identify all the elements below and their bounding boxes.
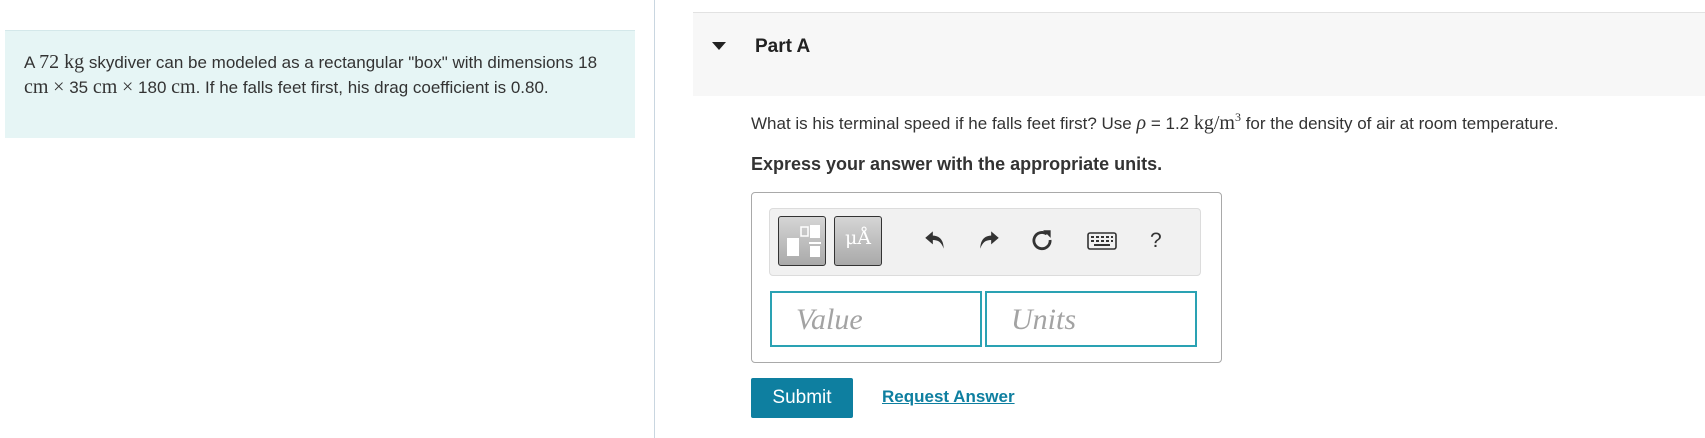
part-header[interactable]: Part A (693, 12, 1705, 96)
help-icon[interactable]: ? (1150, 229, 1162, 253)
answer-instruction: Express your answer with the appropriate… (751, 154, 1163, 174)
units-placeholder: Units (1011, 303, 1077, 336)
units-input[interactable]: Units (985, 291, 1197, 347)
problem-statement-panel: A 72 kg skydiver can be modeled as a rec… (5, 30, 635, 138)
question-text: What is his terminal speed if he falls f… (751, 110, 1559, 134)
request-answer-link[interactable]: Request Answer (882, 387, 1015, 407)
panel-divider (654, 0, 655, 438)
math-toolbar: μÅ ? (769, 208, 1201, 276)
units-button[interactable]: μÅ (834, 216, 882, 266)
part-title: Part A (755, 36, 811, 57)
redo-icon[interactable] (976, 227, 1002, 258)
undo-icon[interactable] (922, 227, 948, 258)
value-placeholder: Value (796, 303, 863, 336)
submit-button[interactable]: Submit (751, 378, 853, 418)
value-input[interactable]: Value (770, 291, 982, 347)
keyboard-icon[interactable] (1087, 231, 1117, 256)
units-icon: μÅ (844, 227, 872, 249)
reset-icon[interactable] (1029, 227, 1055, 258)
templates-icon (787, 225, 821, 257)
answer-box: μÅ ? Value Units (751, 192, 1222, 363)
collapse-caret-icon[interactable] (712, 42, 726, 50)
problem-text: A 72 kg skydiver can be modeled as a rec… (24, 51, 598, 98)
templates-button[interactable] (778, 216, 826, 266)
